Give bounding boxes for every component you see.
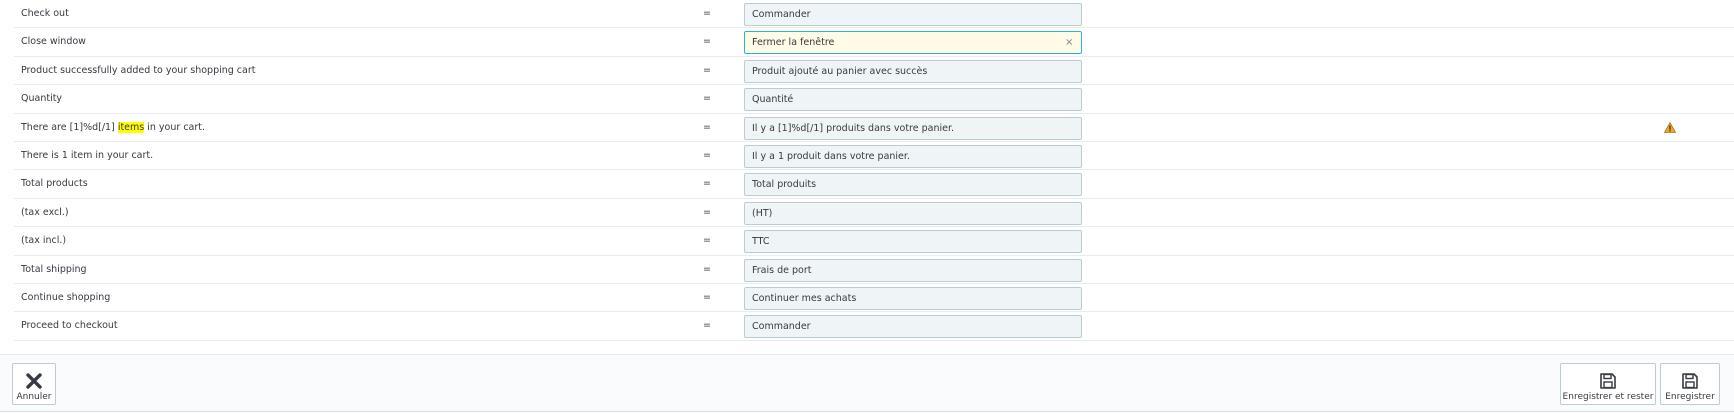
source-text: Total products — [21, 178, 88, 190]
equals-sign: = — [703, 64, 711, 76]
save-button[interactable]: Enregistrer — [1660, 363, 1720, 405]
translation-row: There is 1 item in your cart. = — [14, 142, 1734, 171]
source-text: Product successfully added to your shopp… — [21, 64, 256, 76]
source-text: There is 1 item in your cart. — [21, 149, 154, 161]
warning-icon — [1664, 121, 1676, 133]
save-and-stay-button[interactable]: Enregistrer et rester — [1560, 363, 1656, 405]
translation-input[interactable] — [744, 286, 1082, 310]
equals-sign: = — [703, 36, 711, 48]
floppy-disk-icon — [1682, 373, 1698, 389]
equals-sign: = — [703, 178, 711, 190]
equals-sign: = — [703, 206, 711, 218]
source-string: Close window — [21, 28, 86, 56]
source-string: Product successfully added to your shopp… — [21, 57, 255, 85]
source-string: (tax incl.) — [21, 227, 66, 255]
translation-row: Continue shopping = — [14, 284, 1734, 313]
translation-input[interactable] — [744, 144, 1082, 168]
source-text: Quantity — [21, 93, 63, 105]
equals-sign: = — [703, 121, 711, 133]
translation-row: Product successfully added to your shopp… — [14, 57, 1734, 86]
equals-sign: = — [703, 291, 711, 303]
equals-sign: = — [703, 320, 711, 332]
save-and-stay-label: Enregistrer et rester — [1562, 392, 1654, 402]
source-text: Check out — [21, 8, 69, 19]
source-string: There is 1 item in your cart. — [21, 142, 153, 170]
cancel-label: Annuler — [16, 392, 52, 402]
cancel-button[interactable]: Annuler — [12, 363, 56, 405]
equals-sign: = — [703, 93, 711, 105]
save-label: Enregistrer — [1665, 392, 1715, 402]
source-string: Quantity — [21, 85, 62, 113]
translation-row: There are [1]%d[/1] items in your cart. = — [14, 114, 1734, 142]
source-string: Proceed to checkout — [21, 312, 118, 340]
source-text: (tax incl.) — [21, 235, 67, 247]
source-text: (tax excl.) — [21, 206, 69, 218]
source-string: There are [1]%d[/1] items in your cart. — [21, 114, 205, 142]
equals-sign: = — [703, 149, 711, 161]
equals-sign: = — [703, 263, 711, 275]
translation-input[interactable] — [744, 258, 1082, 282]
translation-input[interactable] — [744, 201, 1082, 225]
source-text: Continue shopping — [21, 291, 111, 303]
source-text: Close window — [21, 36, 86, 48]
translation-list: Check out = Close window = × Product successf… — [14, 0, 1734, 341]
translation-input[interactable] — [744, 88, 1082, 112]
source-text: Total shipping — [21, 263, 87, 275]
translation-row: Quantity = — [14, 85, 1734, 114]
translation-input[interactable] — [744, 116, 1082, 140]
source-string: Continue shopping — [21, 284, 110, 312]
translation-input[interactable] — [744, 31, 1082, 55]
translation-row: (tax excl.) = — [14, 199, 1734, 228]
source-text: Proceed to checkout — [21, 320, 118, 332]
source-text: in your cart. — [144, 121, 206, 133]
translation-row: Total shipping = — [14, 256, 1734, 284]
translation-row: Proceed to checkout = — [14, 312, 1734, 341]
form-footer: Annuler Enregistrer et rester Enregistre… — [0, 354, 1734, 412]
translation-row: Total products = — [14, 170, 1734, 199]
floppy-disk-icon — [1600, 373, 1616, 389]
source-string: (tax excl.) — [21, 199, 69, 227]
translation-row: Close window = × — [14, 28, 1734, 57]
translation-panel: Check out = Close window = × Product successf… — [0, 0, 1734, 414]
equals-sign: = — [703, 8, 711, 19]
close-icon — [26, 373, 42, 389]
translation-input[interactable] — [744, 173, 1082, 197]
translation-input[interactable] — [744, 230, 1082, 254]
translation-input[interactable] — [744, 59, 1082, 83]
clear-input-icon[interactable]: × — [1065, 31, 1073, 54]
source-string: Check out — [21, 0, 69, 28]
highlighted-term: items — [117, 121, 145, 133]
equals-sign: = — [703, 235, 711, 247]
source-string: Total products — [21, 170, 88, 198]
source-string: Total shipping — [21, 256, 87, 284]
translation-input[interactable] — [744, 3, 1082, 26]
translation-row: (tax incl.) = — [14, 227, 1734, 256]
translation-input[interactable] — [744, 315, 1082, 339]
source-text: There are [1]%d[/1] — [21, 121, 118, 133]
translation-row: Check out = — [14, 0, 1734, 29]
